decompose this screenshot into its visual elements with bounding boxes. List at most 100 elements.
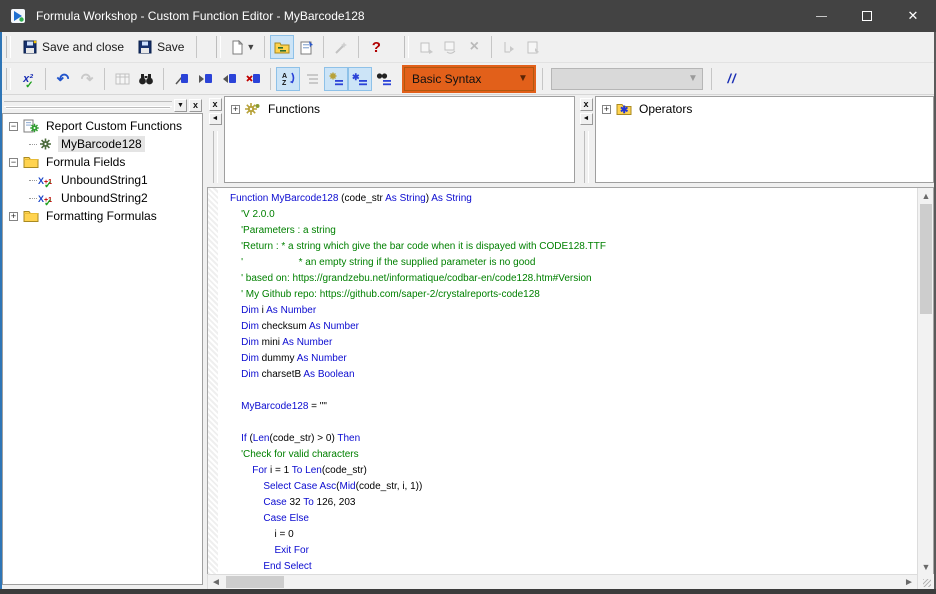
toolbar-grip[interactable] xyxy=(404,36,410,58)
tree-item-operators[interactable]: + ✱ Operators xyxy=(596,100,933,118)
scroll-left-icon[interactable]: ◄ xyxy=(208,577,224,588)
workshop-tree-icon xyxy=(274,40,290,54)
scroll-right-icon[interactable]: ► xyxy=(901,577,917,588)
zoom-selector[interactable]: ▼ xyxy=(551,67,703,90)
find-in-tree-button[interactable] xyxy=(372,67,396,91)
add-to-repository-button[interactable] xyxy=(414,35,438,59)
tree-item-functions[interactable]: + Functions xyxy=(225,100,574,118)
toolbar-grip[interactable] xyxy=(6,36,11,58)
new-document-button[interactable]: ▼ xyxy=(226,35,259,59)
operator-tree-button[interactable]: ✱ xyxy=(348,66,372,91)
show-formatting-formulas-button[interactable] xyxy=(521,35,545,59)
bookmark-next-button[interactable] xyxy=(193,67,217,91)
functions-close-button[interactable]: x xyxy=(208,98,222,111)
comment-icon: // xyxy=(727,71,737,86)
save-button[interactable]: Save xyxy=(131,35,191,59)
comment-uncomment-button[interactable]: // xyxy=(720,67,744,91)
function-tree-icon xyxy=(328,72,344,86)
function-tree-button[interactable] xyxy=(324,66,348,91)
tree-item-mybarcode128[interactable]: MyBarcode128 xyxy=(3,135,202,153)
find-button[interactable] xyxy=(134,67,158,91)
horizontal-scroll-thumb[interactable] xyxy=(226,576,284,588)
browse-data-icon xyxy=(115,72,130,86)
operators-collapse-button[interactable]: ◄ xyxy=(579,112,593,125)
vertical-scroll-thumb[interactable] xyxy=(920,204,932,314)
new-document-icon xyxy=(230,39,244,55)
code-line: Dim mini As Number xyxy=(241,337,333,348)
scroll-up-icon[interactable]: ▲ xyxy=(918,188,934,203)
tree-item-report custom functions[interactable]: − Report Custom Functions xyxy=(3,117,202,135)
collapse-icon[interactable]: − xyxy=(9,157,18,167)
functions-grip[interactable] xyxy=(212,131,218,183)
formula-icon: X+1 ✓ xyxy=(38,176,53,191)
tree-item-label: MyBarcode128 xyxy=(58,136,145,152)
minimize-button[interactable] xyxy=(798,0,844,32)
bookmark-toggle-button[interactable] xyxy=(169,67,193,91)
code-editor-panel: Function MyBarcode128 (code_str As Strin… xyxy=(207,187,934,574)
expand-icon[interactable]: + xyxy=(231,104,240,114)
code-line: 'V 2.0.0 xyxy=(230,209,275,220)
properties-icon xyxy=(299,40,314,55)
code-line: ' * an empty string if the supplied para… xyxy=(230,257,536,268)
operator-tree-icon: ✱ xyxy=(352,72,368,86)
save-icon xyxy=(138,40,152,54)
tree-item-formula fields[interactable]: − Formula Fields xyxy=(3,153,202,171)
expand-node-button[interactable] xyxy=(497,35,521,59)
resize-grip[interactable] xyxy=(918,574,934,590)
bookmark-clear-button[interactable] xyxy=(241,67,265,91)
formula-icon: X+1 ✓ xyxy=(38,194,53,209)
scroll-down-icon[interactable]: ▼ xyxy=(918,559,934,574)
sort-trees-button[interactable]: AZ xyxy=(276,66,300,91)
workshop-tree-toggle-button[interactable] xyxy=(270,35,295,59)
selection-margin[interactable] xyxy=(208,188,218,574)
expand-icon[interactable]: + xyxy=(9,211,18,221)
functions-collapse-button[interactable]: ◄ xyxy=(208,112,222,125)
operators-close-button[interactable]: x xyxy=(579,98,593,111)
sort-az-icon: AZ xyxy=(281,71,296,86)
magic-wand-icon xyxy=(334,40,349,55)
gears-icon xyxy=(245,102,261,116)
use-expert-button[interactable] xyxy=(329,35,353,59)
workshop-tree-close-button[interactable]: x xyxy=(189,98,202,112)
toolbar-grip[interactable] xyxy=(6,67,11,90)
collapse-icon[interactable]: − xyxy=(9,121,18,131)
code-editor[interactable]: Function MyBarcode128 (code_str As Strin… xyxy=(218,188,917,574)
code-line: Exit For xyxy=(274,545,309,556)
code-line: Function MyBarcode128 (code_str As Strin… xyxy=(230,193,472,204)
code-line: Dim charsetB As Boolean xyxy=(241,369,355,380)
operators-grip[interactable] xyxy=(583,131,589,183)
tree-item-unboundstring1[interactable]: X+1 ✓ UnboundString1 xyxy=(3,171,202,191)
add-from-repository-button[interactable] xyxy=(438,35,462,59)
maximize-button[interactable] xyxy=(844,0,890,32)
toolbar-grip[interactable] xyxy=(216,36,222,58)
properties-button[interactable] xyxy=(294,35,318,59)
page-gear-icon xyxy=(23,119,39,133)
field-tree-button[interactable] xyxy=(300,67,324,91)
check-syntax-button[interactable]: x² ✓ xyxy=(16,67,40,91)
redo-button[interactable]: ↷ xyxy=(75,67,99,91)
workshop-tree-grip[interactable]: ▼ x xyxy=(4,98,202,112)
main-toolbar: Save and close Save ▼ ? × xyxy=(0,32,936,63)
close-button[interactable]: ✕ xyxy=(890,0,936,32)
workshop-tree: − Report Custom Functions MyBarcode128 − For… xyxy=(3,114,202,225)
tree-item-unboundstring2[interactable]: X+1 ✓ UnboundString2 xyxy=(3,189,202,209)
syntax-selector[interactable]: Basic Syntax ▼ xyxy=(402,64,536,93)
tree-connector xyxy=(29,179,37,181)
tree-item-label: UnboundString1 xyxy=(61,173,148,187)
vertical-scrollbar[interactable]: ▲ ▼ xyxy=(917,188,933,574)
horizontal-scrollbar[interactable]: ◄ ► xyxy=(207,574,918,590)
undo-button[interactable]: ↶ xyxy=(51,67,75,91)
code-line: ' based on: https://grandzebu.net/inform… xyxy=(230,273,592,284)
save-label: Save xyxy=(157,40,185,54)
save-and-close-button[interactable]: Save and close xyxy=(16,35,131,59)
browse-data-button[interactable] xyxy=(110,67,134,91)
delete-icon: × xyxy=(469,38,480,55)
workshop-tree-menu-button[interactable]: ▼ xyxy=(174,98,187,112)
expand-icon[interactable]: + xyxy=(602,104,611,114)
save-icon xyxy=(23,40,37,54)
code-line: Dim dummy As Number xyxy=(241,353,347,364)
delete-button[interactable]: × xyxy=(462,35,486,59)
tree-item-formatting formulas[interactable]: + Formatting Formulas xyxy=(3,207,202,225)
help-button[interactable]: ? xyxy=(364,35,388,59)
bookmark-previous-button[interactable] xyxy=(217,67,241,91)
